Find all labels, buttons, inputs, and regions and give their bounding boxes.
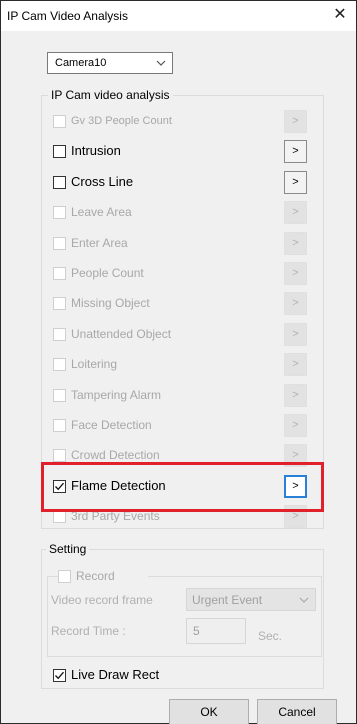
missing-object-checkbox: [53, 297, 66, 310]
unattended-object-label: Unattended Object: [71, 327, 172, 341]
face-detection-settings-button: >: [284, 414, 307, 437]
enter-area-label: Enter Area: [71, 236, 128, 250]
intrusion-settings-button[interactable]: >: [284, 140, 307, 163]
record-time-label: Record Time :: [51, 624, 126, 638]
missing-object-label: Missing Object: [71, 296, 150, 310]
enter-area-checkbox: [53, 237, 66, 250]
cancel-button[interactable]: Cancel: [257, 699, 337, 724]
analysis-item-cross-line[interactable]: Cross Line >: [53, 171, 313, 195]
record-label: Record: [76, 569, 115, 583]
ok-button[interactable]: OK: [169, 699, 249, 724]
analysis-item-unattended-object: Unattended Object >: [53, 323, 313, 347]
leave-area-checkbox: [53, 206, 66, 219]
tampering-alarm-checkbox: [53, 389, 66, 402]
crowd-detection-label: Crowd Detection: [71, 448, 160, 462]
video-record-frame-label: Video record frame: [51, 593, 153, 607]
loitering-checkbox: [53, 358, 66, 371]
people-count-settings-button: >: [284, 262, 307, 285]
title-bar: IP Cam Video Analysis ✕: [1, 1, 356, 31]
gv-3d-people-count-label: Gv 3D People Count: [71, 115, 172, 127]
face-detection-label: Face Detection: [71, 418, 152, 432]
loitering-settings-button: >: [284, 353, 307, 376]
video-record-frame-value: Urgent Event: [192, 593, 263, 607]
gv-3d-people-count-checkbox: [53, 115, 66, 128]
analysis-item-loitering: Loitering >: [53, 353, 313, 377]
chevron-down-icon: [299, 597, 309, 603]
gv-3d-people-count-settings-button: >: [284, 110, 307, 133]
window-title: IP Cam Video Analysis: [7, 9, 128, 23]
record-time-unit: Sec.: [258, 629, 283, 643]
analysis-group-title: IP Cam video analysis: [48, 88, 173, 102]
setting-group-title: Setting: [46, 542, 90, 556]
live-draw-rect-row[interactable]: Live Draw Rect: [53, 664, 203, 688]
crowd-detection-checkbox: [53, 449, 66, 462]
check-icon: [55, 671, 64, 680]
record-time-input[interactable]: 5: [186, 618, 246, 644]
camera-select-value: Camera10: [55, 57, 107, 69]
record-checkbox[interactable]: [58, 570, 71, 583]
missing-object-settings-button: >: [284, 292, 307, 315]
live-draw-rect-checkbox[interactable]: [53, 669, 66, 682]
intrusion-checkbox[interactable]: [53, 145, 66, 158]
analysis-item-intrusion[interactable]: Intrusion >: [53, 140, 313, 164]
cross-line-settings-button[interactable]: >: [284, 171, 307, 194]
leave-area-label: Leave Area: [71, 205, 132, 219]
cross-line-label: Cross Line: [71, 174, 134, 189]
unattended-object-settings-button: >: [284, 323, 307, 346]
tampering-alarm-settings-button: >: [284, 384, 307, 407]
analysis-item-tampering-alarm: Tampering Alarm >: [53, 384, 313, 408]
cross-line-checkbox[interactable]: [53, 176, 66, 189]
record-checkbox-row[interactable]: Record: [58, 565, 148, 589]
analysis-item-missing-object: Missing Object >: [53, 292, 313, 316]
unattended-object-checkbox: [53, 328, 66, 341]
highlight-box: [41, 462, 324, 512]
face-detection-checkbox: [53, 419, 66, 432]
intrusion-label: Intrusion: [71, 143, 121, 158]
chevron-down-icon: [156, 60, 166, 66]
enter-area-settings-button: >: [284, 232, 307, 255]
analysis-item-gv-3d-people-count: Gv 3D People Count >: [53, 110, 313, 134]
analysis-item-people-count: People Count >: [53, 262, 313, 286]
analysis-item-face-detection: Face Detection >: [53, 414, 313, 438]
analysis-item-enter-area: Enter Area >: [53, 232, 313, 256]
leave-area-settings-button: >: [284, 201, 307, 224]
live-draw-rect-label: Live Draw Rect: [71, 667, 160, 682]
camera-select[interactable]: Camera10: [47, 52, 173, 74]
people-count-label: People Count: [71, 266, 144, 280]
loitering-label: Loitering: [71, 357, 118, 371]
close-icon[interactable]: ✕: [330, 5, 350, 25]
analysis-item-leave-area: Leave Area >: [53, 201, 313, 225]
record-time-value: 5: [193, 624, 200, 638]
tampering-alarm-label: Tampering Alarm: [71, 388, 162, 402]
dialog-window: IP Cam Video Analysis ✕ Camera10 IP Cam …: [0, 0, 357, 724]
people-count-checkbox: [53, 267, 66, 280]
video-record-frame-select[interactable]: Urgent Event: [186, 588, 316, 611]
